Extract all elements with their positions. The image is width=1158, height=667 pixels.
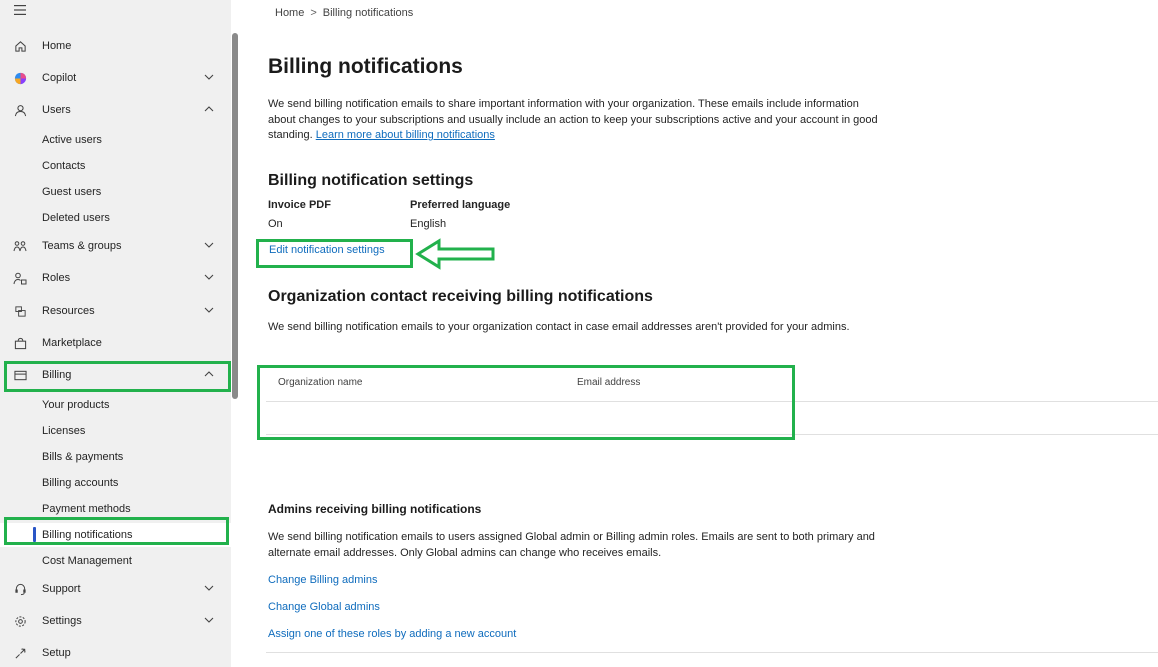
learn-more-link[interactable]: Learn more about billing notifications [316,129,495,141]
marketplace-icon [13,336,27,350]
admins-heading: Admins receiving billing notifications [268,502,482,516]
nav-item-marketplace[interactable]: Marketplace [0,328,231,358]
teams-icon [13,239,27,253]
nav-item-label: Setup [42,647,71,659]
nav-subitem-label: Guest users [42,186,102,198]
nav-subitem-guest-users[interactable]: Guest users [0,180,231,204]
preferred-language-value: English [410,218,447,230]
highlight-box-billing [4,361,231,392]
nav-item-setup[interactable]: Setup [0,638,231,667]
nav-item-copilot[interactable]: Copilot [0,63,231,93]
admins-description: We send billing notification emails to u… [268,531,875,559]
invoice-pdf-value: On [268,218,283,230]
nav-subitem-label: Active users [42,134,102,146]
nav-subitem-cost-management[interactable]: Cost Management [0,549,231,573]
nav-item-label: Copilot [42,72,77,84]
nav-subitem-label: Deleted users [42,212,110,224]
roles-icon [13,271,27,285]
nav-subitem-label: Licenses [42,425,86,437]
nav-subitem-label: Contacts [42,160,86,172]
nav-item-label: Settings [42,615,82,627]
nav-subitem-billing-accounts[interactable]: Billing accounts [0,471,231,495]
change-global-admins-link[interactable]: Change Global admins [268,600,380,614]
nav-item-home[interactable]: Home [0,31,231,61]
left-navigation: Home Copilot Users Active users Contacts… [0,0,231,667]
breadcrumb-current: Billing notifications [322,7,414,19]
nav-subitem-label: Bills & payments [42,451,124,463]
nav-item-label: Support [42,583,81,595]
highlight-box-billing-notifications [4,517,229,545]
nav-subitem-label: Your products [42,399,110,411]
scrollbar-thumb[interactable] [232,33,238,399]
chevron-up-icon[interactable] [204,105,214,113]
copilot-icon [13,71,27,85]
nav-item-roles[interactable]: Roles [0,263,231,293]
home-icon [13,39,27,53]
resources-icon [13,304,27,318]
nav-subitem-contacts[interactable]: Contacts [0,154,231,178]
highlight-box-edit-settings [256,239,413,268]
chevron-down-icon[interactable] [204,241,214,249]
chevron-down-icon[interactable] [204,616,214,624]
chevron-down-icon[interactable] [204,273,214,281]
nav-item-label: Home [42,40,72,52]
main-content: Home > Billing notifications Billing notif… [240,0,1158,667]
nav-subitem-label: Cost Management [42,555,132,567]
chevron-down-icon[interactable] [204,306,214,314]
user-icon [13,103,27,117]
chevron-down-icon[interactable] [204,584,214,592]
nav-subitem-your-products[interactable]: Your products [0,393,231,417]
chevron-down-icon[interactable] [204,73,214,81]
nav-subitem-label: Payment methods [42,503,131,515]
breadcrumb-separator: > [310,7,317,19]
nav-item-settings[interactable]: Settings [0,606,231,636]
breadcrumb: Home > Billing notifications [275,7,413,19]
nav-item-label: Resources [42,305,95,317]
nav-subitem-label: Billing accounts [42,477,119,489]
nav-item-label: Teams & groups [42,240,122,252]
invoice-pdf-label: Invoice PDF [268,199,331,211]
support-icon [13,582,27,596]
intro-paragraph: We send billing notification emails to s… [268,97,888,144]
setup-icon [13,646,27,660]
page-title: Billing notifications [268,55,463,78]
nav-item-support[interactable]: Support [0,574,231,604]
preferred-language-label: Preferred language [410,199,511,211]
assign-roles-new-account-link[interactable]: Assign one of these roles by adding a ne… [268,627,516,641]
change-billing-admins-link[interactable]: Change Billing admins [268,573,377,587]
nav-item-teams-groups[interactable]: Teams & groups [0,231,231,261]
breadcrumb-home-link[interactable]: Home [275,7,304,19]
menu-icon[interactable] [14,5,26,15]
nav-item-label: Marketplace [42,337,102,349]
nav-item-label: Roles [42,272,71,284]
nav-subitem-active-users[interactable]: Active users [0,128,231,152]
nav-subitem-deleted-users[interactable]: Deleted users [0,206,231,230]
highlight-box-org-table [257,365,795,440]
nav-subitem-bills-payments[interactable]: Bills & payments [0,445,231,469]
arrow-left-annotation-icon [415,238,495,270]
nav-item-resources[interactable]: Resources [0,296,231,326]
gear-icon [13,614,27,628]
nav-item-users[interactable]: Users [0,95,231,125]
nav-subitem-licenses[interactable]: Licenses [0,419,231,443]
section-divider [266,652,1158,653]
nav-item-label: Users [42,104,71,116]
org-contact-heading: Organization contact receiving billing n… [268,288,653,305]
org-contact-description: We send billing notification emails to y… [268,321,850,333]
settings-heading: Billing notification settings [268,172,474,189]
